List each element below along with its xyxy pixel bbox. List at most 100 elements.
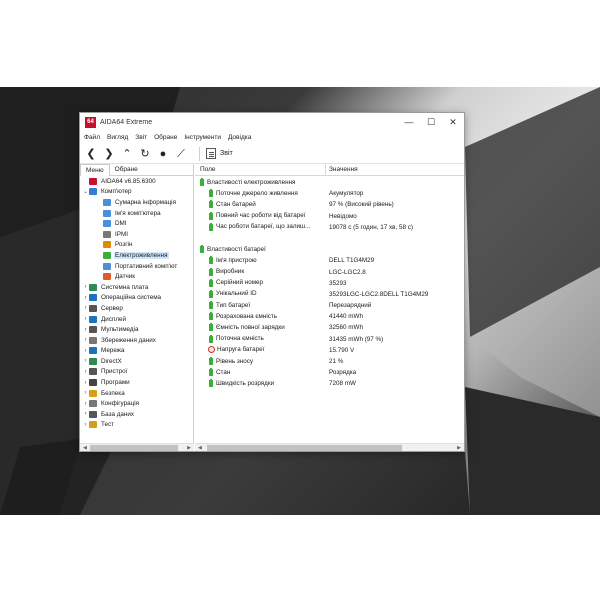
tree-item-17[interactable]: › DirectX (80, 356, 193, 367)
detail-row[interactable]: Унікальний ID 35293LGC-LGC2.8DELL T1G4M29 (195, 289, 464, 300)
battery-icon (208, 289, 214, 298)
forward-button[interactable]: ❯ (101, 146, 117, 162)
details-scroll-right-arrow-icon[interactable]: ▶ (457, 444, 461, 452)
tree-item-8[interactable]: Портативний комп'ют (80, 261, 193, 272)
detail-row[interactable]: Стан батарей 97 % (Високий рівень) (195, 199, 464, 210)
tree-item-18[interactable]: › Пристрої (80, 367, 193, 378)
tree-expand-caret-icon[interactable]: › (82, 369, 89, 375)
tree-item-23[interactable]: › Тест (80, 420, 193, 431)
detail-row[interactable]: Швидкість розрядки 7208 mW (195, 378, 464, 389)
tree-item-21[interactable]: › Конфігурація (80, 398, 193, 409)
motherboard-icon (89, 283, 97, 291)
detail-row[interactable]: Поточна ємність 31435 mWh (97 %) (195, 334, 464, 345)
detail-field: Серійний номер (208, 278, 263, 287)
detail-row[interactable]: Рівень зносу 21 % (195, 356, 464, 367)
tree-expand-caret-icon[interactable]: › (82, 390, 89, 396)
detail-row[interactable]: Напруга батареї 15.790 V (195, 345, 464, 356)
detail-field-label: Поточне джерело живлення (216, 189, 298, 197)
minimize-button[interactable]: — (398, 113, 420, 131)
tree-item-2[interactable]: Сумарна інформація (80, 197, 193, 208)
battery-icon (208, 379, 214, 388)
tree-expand-caret-icon[interactable]: › (82, 348, 89, 354)
menu-tools[interactable]: Інструменти (184, 134, 221, 141)
tab-favorites[interactable]: Обране (110, 164, 143, 176)
tree-expand-caret-icon[interactable]: › (82, 327, 89, 333)
scroll-left-arrow-icon[interactable]: ◀ (83, 444, 87, 452)
menu-file[interactable]: Файл (84, 134, 100, 141)
section-header[interactable]: Властивості батареї (195, 244, 464, 255)
tree-item-4[interactable]: DMI (80, 218, 193, 229)
menu-report[interactable]: Звіт (135, 134, 147, 141)
tree-item-9[interactable]: Датчик (80, 271, 193, 282)
column-value-header[interactable]: Значення (329, 166, 358, 173)
navigation-tree: AIDA64 v6.85.6300 ⌄ Комп'ютер Сумарна інфор… (80, 176, 193, 430)
details-horizontal-scrollbar[interactable]: ◀ ▶ (195, 443, 464, 451)
tree-expand-caret-icon[interactable]: › (82, 411, 89, 417)
tree-item-20[interactable]: › Безпека (80, 388, 193, 399)
menu-help[interactable]: Довідка (228, 134, 251, 141)
tree-item-10[interactable]: › Системна плата (80, 282, 193, 293)
tree-item-1[interactable]: ⌄ Комп'ютер (80, 187, 193, 198)
programs-icon (89, 379, 97, 387)
tree-expand-caret-icon[interactable]: › (82, 316, 89, 322)
tab-menu[interactable]: Меню (80, 164, 110, 176)
details-scroll-left-arrow-icon[interactable]: ◀ (198, 444, 202, 452)
refresh-button[interactable]: ↻ (137, 146, 153, 162)
tree-expand-caret-icon[interactable]: ⌄ (82, 188, 89, 195)
detail-row[interactable]: Розрахована ємність 41440 mWh (195, 311, 464, 322)
tree-expand-caret-icon[interactable]: › (82, 295, 89, 301)
tree-item-3[interactable]: Ім'я комп'ютера (80, 208, 193, 219)
dmi-icon (103, 220, 111, 228)
back-button[interactable]: ❮ (83, 146, 99, 162)
report-button-label[interactable]: Звіт (220, 150, 233, 157)
tree-item-7[interactable]: Електроживлення (80, 250, 193, 261)
column-divider[interactable] (325, 164, 326, 176)
detail-row[interactable]: Повний час роботи від батареї Невідомо (195, 211, 464, 222)
menu-favorites[interactable]: Обране (154, 134, 177, 141)
detail-row[interactable]: Ім'я пристрою DELL T1G4M29 (195, 255, 464, 266)
detail-row[interactable]: Тип батареї Перезарядний (195, 300, 464, 311)
details-scroll-thumb[interactable] (207, 445, 402, 451)
nav-scroll-thumb[interactable] (90, 445, 178, 451)
menu-view[interactable]: Вигляд (107, 134, 128, 141)
tree-item-11[interactable]: › Операційна система (80, 293, 193, 304)
tree-item-12[interactable]: › Сервер (80, 303, 193, 314)
detail-row[interactable]: Виробник LGC-LGC2.8 (195, 267, 464, 278)
title-bar[interactable]: 64 AIDA64 Extreme — ☐ ✕ (80, 113, 464, 131)
tree-expand-caret-icon[interactable]: › (82, 305, 89, 311)
tree-item-16[interactable]: › Мережа (80, 346, 193, 357)
column-field-header[interactable]: Поле (200, 166, 216, 173)
tree-expand-caret-icon[interactable]: › (82, 358, 89, 364)
tree-expand-caret-icon[interactable]: › (82, 380, 89, 386)
tree-item-22[interactable]: › База даних (80, 409, 193, 420)
detail-row[interactable]: Серійний номер 35293 (195, 278, 464, 289)
detail-row[interactable]: Стан Розрядка (195, 367, 464, 378)
tree-item-6[interactable]: Розгін (80, 240, 193, 251)
close-button[interactable]: ✕ (442, 113, 464, 131)
tree-item-15[interactable]: › Збереження даних (80, 335, 193, 346)
tree-expand-caret-icon[interactable]: › (82, 401, 89, 407)
report-icon[interactable] (206, 148, 216, 159)
up-button[interactable]: ⌃ (119, 146, 135, 162)
tree-item-19[interactable]: › Програми (80, 377, 193, 388)
detail-field: Напруга батареї (208, 345, 264, 353)
scroll-right-arrow-icon[interactable]: ▶ (187, 444, 191, 452)
tree-expand-caret-icon[interactable]: › (82, 337, 89, 343)
section-header[interactable]: Властивості електроживлення (195, 177, 464, 188)
tree-expand-caret-icon[interactable]: › (82, 284, 89, 290)
tree-item-13[interactable]: › Дисплей (80, 314, 193, 325)
tree-item-14[interactable]: › Мультимедіа (80, 324, 193, 335)
detail-row[interactable]: Поточне джерело живлення Акумулятор (195, 188, 464, 199)
detail-row[interactable]: Час роботи батареї, що залиш... 19078 с (… (195, 222, 464, 233)
tree-item-5[interactable]: IPMI (80, 229, 193, 240)
battery-icon (208, 323, 214, 332)
nav-horizontal-scrollbar[interactable]: ◀ ▶ (80, 443, 194, 451)
multimedia-icon (89, 326, 97, 334)
tree-item-0[interactable]: AIDA64 v6.85.6300 (80, 176, 193, 187)
maximize-button[interactable]: ☐ (420, 113, 442, 131)
user-button[interactable]: ● (155, 146, 171, 162)
tree-expand-caret-icon[interactable]: › (82, 422, 89, 428)
detail-row[interactable]: Ємність повної зарядки 32560 mWh (195, 322, 464, 333)
chart-button[interactable]: ⟋ (173, 146, 189, 162)
